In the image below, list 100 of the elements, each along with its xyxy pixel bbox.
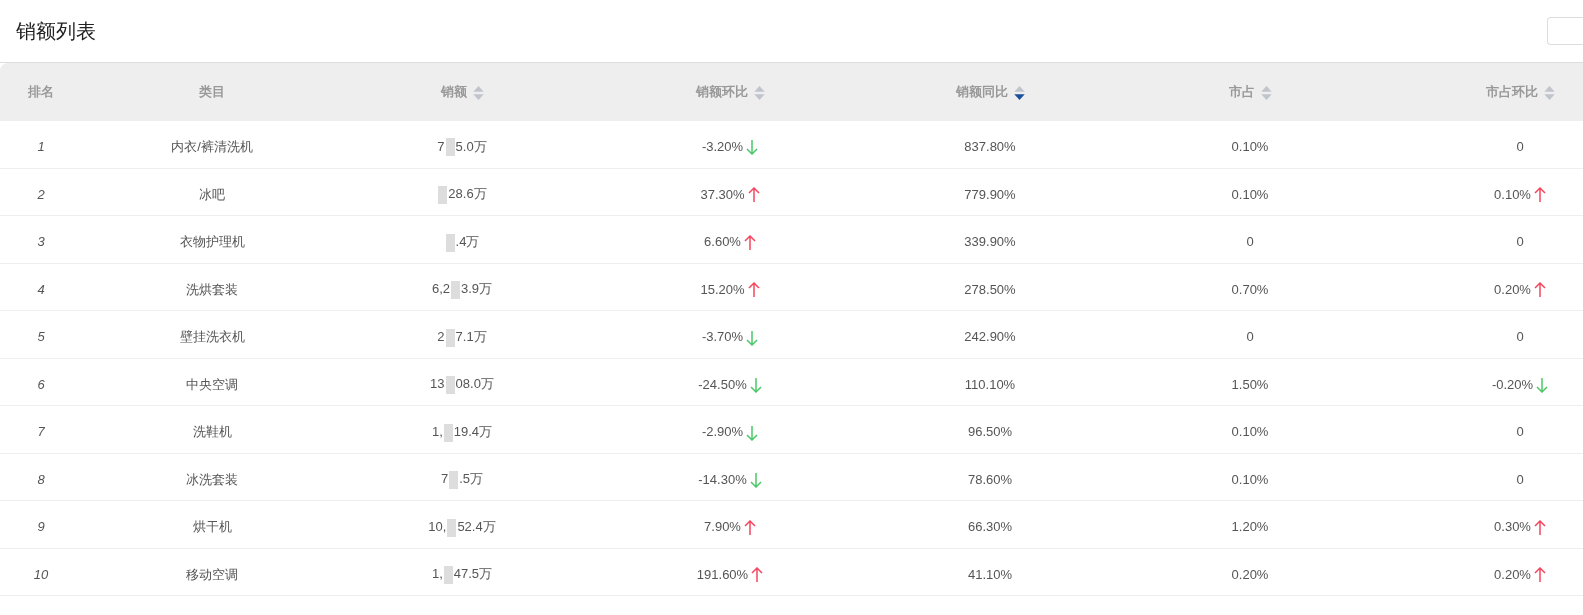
blur-mask — [447, 518, 457, 537]
sales-yoy-value: 110.10% — [964, 376, 1016, 392]
rank-number: 2 — [37, 186, 45, 202]
up-arrow-icon — [1533, 567, 1546, 584]
sales-mom-value: 15.20% — [700, 281, 745, 297]
share-mom-value: 0 — [1516, 471, 1524, 487]
column-header: 销额环比 — [695, 84, 748, 99]
rank-number: 10 — [33, 566, 49, 582]
market-share-value: 0.10% — [1231, 138, 1269, 154]
sales-mom-value: 191.60% — [696, 566, 749, 582]
sales-value: 7.1万 — [455, 328, 487, 344]
up-arrow-icon — [1533, 519, 1546, 536]
sales-yoy-value: 78.60% — [967, 471, 1013, 487]
sales-value: 1, — [431, 566, 443, 582]
sales-value: 08.0万 — [455, 376, 494, 392]
blur-mask — [449, 471, 459, 490]
rank-number: 4 — [37, 281, 45, 297]
sales-value: 6,2 — [431, 281, 450, 297]
column-header: 销额同比 — [955, 84, 1008, 99]
category-name: 洗烘套装 — [186, 281, 238, 297]
category-name: 烘干机 — [192, 519, 232, 534]
blur-mask — [443, 566, 453, 585]
market-share-value: 0 — [1246, 234, 1254, 249]
up-arrow-icon — [747, 187, 760, 204]
sales-value: 28.6万 — [448, 186, 487, 202]
market-share-value: 1.50% — [1231, 376, 1269, 392]
market-share-value: 0.10% — [1231, 471, 1269, 487]
sales-yoy-value: 96.50% — [967, 424, 1013, 439]
rank-number: 9 — [37, 519, 45, 534]
sales-value: .4万 — [455, 233, 480, 249]
sales-yoy-value: 339.90% — [964, 234, 1016, 249]
sales-yoy-value: 242.90% — [964, 329, 1016, 344]
up-arrow-icon — [747, 282, 760, 299]
column-header: 市占 — [1228, 84, 1255, 99]
sales-value: 7 — [437, 138, 445, 154]
down-arrow-icon — [746, 329, 759, 346]
market-share-value: 0.10% — [1231, 424, 1269, 439]
down-arrow-icon — [746, 424, 759, 441]
up-arrow-icon — [1533, 282, 1546, 299]
sales-mom-value: -3.70% — [701, 329, 744, 344]
column-header: 类目 — [199, 84, 225, 99]
market-share-value: 0 — [1246, 329, 1254, 344]
share-mom-value: 0 — [1516, 424, 1524, 439]
sales-yoy-value: 837.80% — [964, 138, 1016, 154]
sales-value: 1, — [431, 423, 443, 439]
share-mom-value: 0.20% — [1494, 281, 1531, 297]
column-header: 排名 — [28, 84, 54, 99]
share-mom-value: 0.10% — [1494, 186, 1531, 202]
sales-value: 7 — [440, 471, 449, 487]
sales-mom-value: 37.30% — [700, 186, 745, 202]
page-title: 销额列表 — [16, 19, 96, 43]
category-name: 洗鞋机 — [192, 424, 232, 439]
down-arrow-icon — [1536, 377, 1549, 394]
sales-mom-value: 7.90% — [704, 519, 741, 534]
share-mom-value: 0 — [1516, 329, 1524, 344]
share-mom-value: 0.20% — [1494, 566, 1531, 582]
down-arrow-icon — [746, 139, 759, 156]
rank-number: 6 — [37, 376, 45, 392]
share-mom-value: 0 — [1516, 234, 1524, 249]
sales-yoy-value: 66.30% — [967, 519, 1013, 534]
rank-number: 3 — [37, 234, 45, 249]
category-name: 中央空调 — [186, 376, 238, 392]
up-arrow-icon — [751, 567, 764, 584]
sales-value: 3.9万 — [461, 281, 493, 297]
category-name: 冰吧 — [199, 186, 225, 202]
sales-mom-value: -24.50% — [698, 376, 747, 392]
up-arrow-icon — [743, 519, 756, 536]
sales-value: 2 — [437, 328, 445, 344]
sales-mom-value: -14.30% — [698, 471, 747, 487]
sales-mom-value: 6.60% — [704, 234, 741, 249]
rank-number: 1 — [37, 138, 45, 154]
blur-mask — [445, 233, 455, 252]
rank-number: 7 — [37, 424, 45, 439]
up-arrow-icon — [1533, 187, 1546, 204]
sales-yoy-value: 278.50% — [964, 281, 1016, 297]
blur-mask — [445, 376, 455, 395]
share-mom-value: -0.20% — [1491, 376, 1534, 392]
up-arrow-icon — [743, 234, 756, 251]
sales-yoy-value: 779.90% — [964, 186, 1016, 202]
share-mom-value: 0.30% — [1494, 519, 1531, 534]
blur-mask — [443, 423, 453, 442]
sales-value: 13 — [430, 376, 445, 392]
column-header: 市占环比 — [1485, 84, 1538, 99]
blur-mask — [445, 138, 455, 157]
category-name: 衣物护理机 — [179, 234, 245, 249]
category-name: 移动空调 — [186, 566, 238, 582]
toolbar-button[interactable] — [1547, 17, 1583, 45]
category-name: 壁挂洗衣机 — [179, 329, 245, 344]
category-name: 内衣/裤清洗机 — [171, 138, 253, 154]
sort-icon[interactable] — [1013, 85, 1025, 100]
share-mom-value: 0 — [1516, 138, 1524, 154]
sales-value: 5.0万 — [455, 138, 487, 154]
sales-mom-value: -3.20% — [701, 138, 744, 154]
blur-mask — [445, 328, 455, 347]
sales-value: 52.4万 — [457, 518, 496, 534]
market-share-value: 0.70% — [1231, 281, 1269, 297]
sales-value: 19.4万 — [453, 423, 493, 439]
down-arrow-icon — [749, 472, 762, 489]
category-name: 冰洗套装 — [186, 471, 238, 487]
market-share-value: 1.20% — [1231, 519, 1269, 534]
